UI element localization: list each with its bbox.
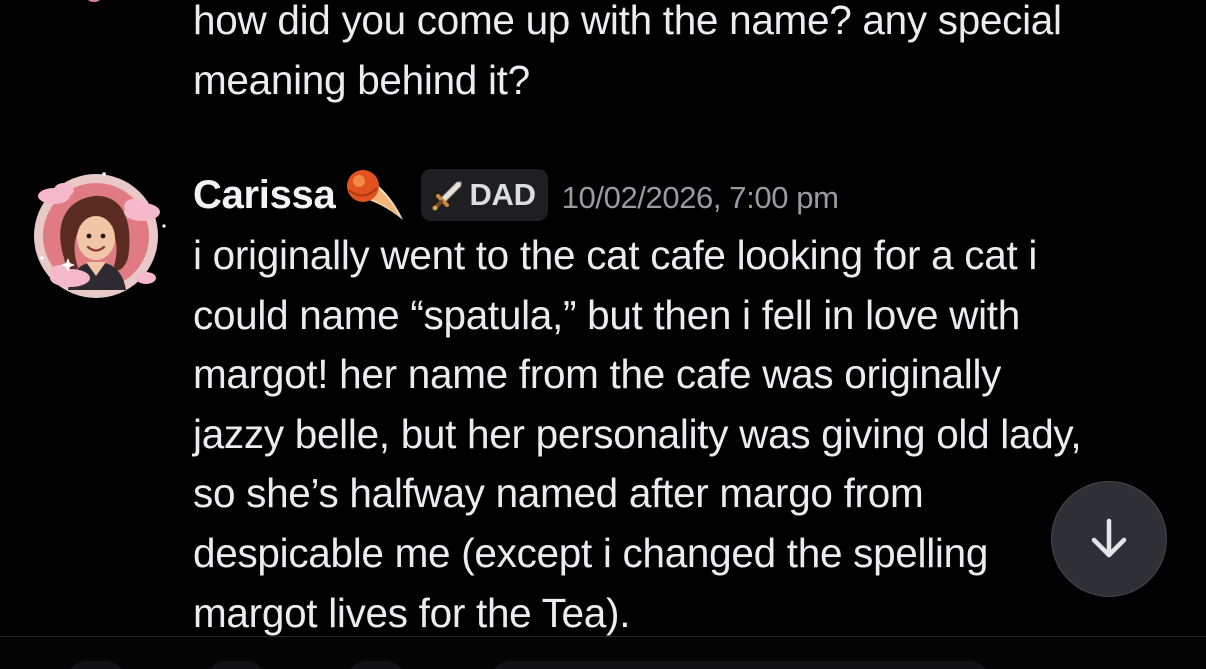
previous-message-text: how did you come up with the name? any s… — [193, 0, 1062, 103]
timestamp[interactable]: 10/02/2026, 7:00 pm — [562, 174, 839, 216]
message-text: i originally went to the cat cafe lookin… — [193, 232, 1082, 636]
role-tag[interactable]: DAD — [421, 169, 548, 221]
username[interactable]: Carissa — [193, 173, 336, 218]
role-tag-label: DAD — [469, 177, 536, 212]
comet-icon — [347, 170, 404, 220]
arrow-down-icon — [1091, 518, 1127, 558]
message-input-edge[interactable] — [490, 661, 990, 669]
sword-icon — [432, 181, 462, 211]
avatar[interactable] — [24, 166, 170, 306]
jump-to-present-button[interactable] — [1051, 481, 1167, 597]
avatar-illustration-icon — [34, 172, 166, 298]
previous-avatar-edge — [86, 0, 102, 2]
message-header: Carissa DAD 10/02/2026, 7:00 pm — [193, 166, 839, 224]
